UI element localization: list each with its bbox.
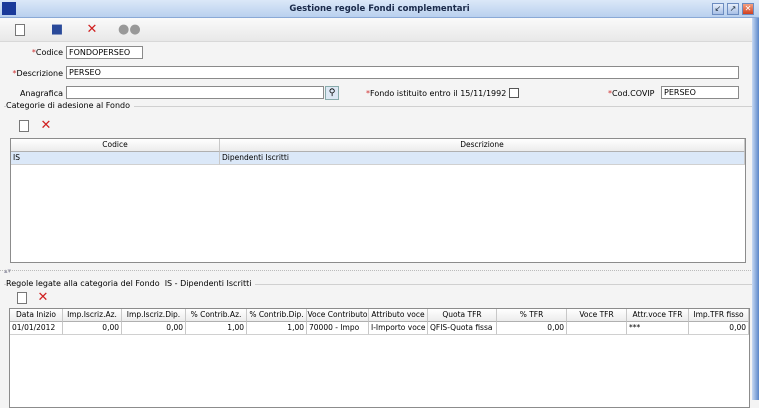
regole-table: Data Inizio Imp.Iscriz.Az. Imp.Iscriz.Dip.… [9, 308, 750, 408]
new-icon[interactable] [12, 22, 28, 38]
splitter-handle[interactable]: ▴▾ [4, 267, 11, 275]
codice-input[interactable]: FONDOPERSEO [66, 46, 143, 59]
maximize-button[interactable]: ↗ [727, 3, 739, 15]
categorie-table: Codice Descrizione IS Dipendenti Iscritt… [10, 138, 746, 263]
table-cell: 1,00 [247, 322, 307, 335]
categorie-title: Categorie di adesione al Fondo [6, 101, 134, 110]
close-button[interactable]: ✕ [742, 3, 754, 15]
table-cell: 0,00 [689, 322, 749, 335]
binoculars-icon[interactable]: ●● [118, 22, 141, 38]
column-header[interactable]: % Contrib.Dip. [247, 309, 307, 322]
table-cell: 0,00 [497, 322, 567, 335]
table-cell: 01/01/2012 [10, 322, 63, 335]
table-cell: 0,00 [63, 322, 122, 335]
table-cell: IS [11, 152, 220, 165]
table-cell: QFIS-Quota fissa [428, 322, 497, 335]
fondo-istituito-label: *Fondo istituito entro il 15/11/1992 [366, 89, 507, 98]
column-header[interactable]: % TFR [497, 309, 567, 322]
codice-label: *Codice [31, 48, 63, 57]
descrizione-input[interactable]: PERSEO [66, 66, 739, 79]
search-icon[interactable]: ⚲ [325, 86, 339, 100]
anagrafica-input[interactable] [66, 86, 324, 99]
column-header[interactable]: % Contrib.Az. [186, 309, 247, 322]
column-header[interactable]: Imp.Iscriz.Dip. [122, 309, 186, 322]
table-cell: 70000 - Impo [307, 322, 369, 335]
covip-label: *Cod.COVIP [608, 89, 655, 98]
table-cell: *** [627, 322, 689, 335]
save-icon[interactable]: ■ [49, 22, 65, 38]
descrizione-label: *Descrizione [12, 69, 63, 78]
splitter[interactable] [0, 270, 759, 271]
column-header[interactable]: Imp.TFR fisso [689, 309, 749, 322]
column-header[interactable]: Voce Contributo [307, 309, 369, 322]
column-header[interactable]: Data Inizio [10, 309, 63, 322]
new-icon[interactable] [16, 118, 32, 134]
delete-icon[interactable]: ✕ [84, 22, 100, 38]
window-title: Gestione regole Fondi complementari [289, 4, 470, 14]
column-header[interactable]: Codice [11, 139, 220, 152]
column-header[interactable]: Voce TFR [567, 309, 627, 322]
column-header[interactable]: Imp.Iscriz.Az. [63, 309, 122, 322]
regole-title: Regole legate alla categoria del Fondo I… [6, 279, 256, 288]
column-header[interactable]: Descrizione [220, 139, 745, 152]
anagrafica-label: Anagrafica [19, 89, 63, 98]
column-header[interactable]: Attr.voce TFR [627, 309, 689, 322]
table-cell [567, 322, 627, 335]
covip-input[interactable]: PERSEO [661, 86, 739, 99]
table-cell: Dipendenti Iscritti [220, 152, 745, 165]
title-bar: Gestione regole Fondi complementari ↙ ↗ … [0, 0, 759, 18]
toolbar: ■ ✕ ●● [0, 18, 759, 42]
fondo-istituito-checkbox[interactable] [509, 88, 519, 98]
new-icon[interactable] [14, 290, 30, 306]
table-cell: I-Importo voce [369, 322, 428, 335]
table-cell: 1,00 [186, 322, 247, 335]
delete-icon[interactable]: ✕ [38, 118, 54, 134]
table-cell: 0,00 [122, 322, 186, 335]
minimize-button[interactable]: ↙ [712, 3, 724, 15]
column-header[interactable]: Attributo voce [369, 309, 428, 322]
window-border [752, 18, 759, 400]
delete-icon[interactable]: ✕ [35, 290, 51, 306]
column-header[interactable]: Quota TFR [428, 309, 497, 322]
